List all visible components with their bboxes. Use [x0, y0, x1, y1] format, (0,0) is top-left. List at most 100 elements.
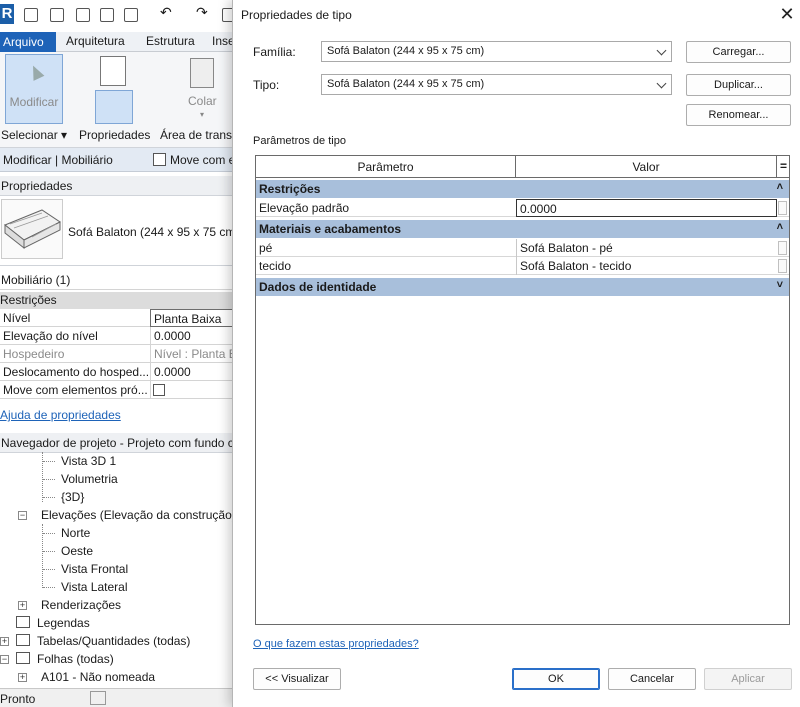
rename-button[interactable]: Renomear...	[686, 104, 791, 126]
dialog-title: Propriedades de tipo	[241, 8, 352, 22]
open-folder-icon[interactable]	[76, 8, 90, 22]
tree-item-volumetria[interactable]: Volumetria	[61, 472, 118, 490]
column-header-formula[interactable]: =	[778, 156, 789, 178]
type-properties-icon[interactable]	[100, 56, 126, 86]
group-dados-identidade[interactable]: Dados de identidade ˅	[256, 278, 789, 296]
property-value[interactable]: 0.0000	[150, 363, 240, 381]
properties-palette-title: Propriedades	[0, 176, 240, 196]
tree-item-norte[interactable]: Norte	[61, 526, 90, 544]
property-value: Nível : Planta B	[150, 345, 240, 363]
move-with-checkbox[interactable]	[153, 153, 166, 166]
tree-item-renderizacoes[interactable]: Renderizações	[41, 598, 121, 616]
property-row[interactable]: Deslocamento do hosped... 0.0000	[0, 363, 240, 381]
expand-icon[interactable]: +	[0, 637, 9, 646]
type-selector[interactable]: Sofá Balaton (244 x 95 x 75 cm)	[0, 196, 240, 266]
group-restricoes[interactable]: Restrições	[0, 292, 240, 309]
revit-main-window: R ↶ ↷ Arquivo Arquitetura Estrutura Inse…	[0, 0, 240, 707]
clipboard-icon[interactable]	[190, 58, 214, 88]
collapse-icon[interactable]: −	[0, 655, 9, 664]
column-header-value[interactable]: Valor	[516, 156, 777, 178]
tree-guide	[43, 461, 55, 462]
parameter-row[interactable]: tecido Sofá Balaton - tecido	[256, 257, 789, 275]
ok-button[interactable]: OK	[512, 668, 600, 690]
revit-logo[interactable]: R	[0, 4, 14, 24]
group-restricoes[interactable]: Restrições ˄	[256, 180, 789, 198]
tree-item-vista-3d-1[interactable]: Vista 3D 1	[61, 454, 116, 472]
properties-panel-label: Propriedades	[79, 128, 151, 142]
property-label: Nível	[3, 311, 31, 325]
duplicate-button[interactable]: Duplicar...	[686, 74, 791, 96]
properties-toggle-button[interactable]	[95, 90, 133, 124]
expand-icon[interactable]: +	[18, 673, 27, 682]
property-label: Hospedeiro	[3, 347, 65, 361]
type-properties-dialog: Propriedades de tipo ✕ Família: Sofá Bal…	[232, 0, 800, 707]
redo-icon[interactable]: ↷	[196, 4, 210, 20]
group-label: Dados de identidade	[259, 280, 377, 294]
parameter-name: Elevação padrão	[259, 201, 350, 215]
property-label: Deslocamento do hosped...	[3, 365, 149, 379]
cancel-button[interactable]: Cancelar	[608, 668, 696, 690]
tree-item-a101[interactable]: A101 - Não nomeada	[41, 670, 155, 688]
parameter-row[interactable]: pé Sofá Balaton - pé	[256, 239, 789, 257]
property-value[interactable]: 0.0000	[150, 327, 240, 345]
save-icon[interactable]	[100, 8, 114, 22]
formula-button[interactable]	[778, 241, 787, 255]
preview-button[interactable]: << Visualizar	[253, 668, 341, 690]
tree-item-legendas[interactable]: Legendas	[37, 616, 90, 634]
close-icon[interactable]: ✕	[776, 3, 798, 25]
tree-item-oeste[interactable]: Oeste	[61, 544, 93, 562]
tab-arquitetura[interactable]: Arquitetura	[66, 34, 125, 48]
type-value: Sofá Balaton (244 x 95 x 75 cm)	[327, 78, 485, 90]
paste-label: Colar	[188, 94, 217, 108]
tree-item-folhas[interactable]: Folhas (todas)	[37, 652, 114, 670]
property-label: Elevação do nível	[3, 329, 98, 343]
collapse-group-icon[interactable]: ˄	[777, 181, 783, 193]
tree-guide	[43, 497, 55, 498]
expand-group-icon[interactable]: ˅	[777, 279, 783, 291]
select-panel-label[interactable]: Selecionar ▾	[1, 128, 67, 142]
group-label: Restrições	[259, 182, 321, 196]
help-link[interactable]: O que fazem estas propriedades?	[253, 638, 419, 650]
new-file-icon[interactable]	[50, 8, 64, 22]
instance-filter[interactable]: Mobiliário (1)	[0, 270, 240, 290]
modify-button[interactable]: Modificar	[5, 54, 63, 124]
cursor-arrow-icon	[27, 63, 45, 81]
ribbon-panel: Modificar Colar ▾ Selecionar ▾ Proprieda…	[0, 52, 240, 148]
property-row[interactable]: Elevação do nível 0.0000	[0, 327, 240, 345]
property-row[interactable]: Move com elementos pró...	[0, 381, 240, 399]
parameter-value-input[interactable]: 0.0000	[516, 199, 777, 217]
formula-button[interactable]	[778, 201, 787, 215]
expand-icon[interactable]: +	[18, 601, 27, 610]
project-browser-title: Navegador de projeto - Projeto com fundo…	[0, 433, 240, 453]
collapse-icon[interactable]: −	[18, 511, 27, 520]
status-text: Pronto	[0, 692, 36, 706]
tree-item-tabelas[interactable]: Tabelas/Quantidades (todas)	[37, 634, 190, 652]
property-value[interactable]: Planta Baixa	[150, 309, 240, 327]
home-icon[interactable]	[24, 8, 38, 22]
worksets-icon[interactable]	[90, 691, 106, 705]
tab-estrutura[interactable]: Estrutura	[146, 34, 195, 48]
column-header-parameter[interactable]: Parâmetro	[256, 156, 516, 178]
move-with-elements-checkbox[interactable]	[153, 384, 165, 396]
property-row[interactable]: Nível Planta Baixa	[0, 309, 240, 327]
formula-button[interactable]	[778, 259, 787, 273]
parameter-row[interactable]: Elevação padrão 0.0000	[256, 199, 789, 217]
properties-help-link[interactable]: Ajuda de propriedades	[0, 408, 121, 422]
chevron-down-icon	[656, 45, 667, 56]
type-dropdown[interactable]: Sofá Balaton (244 x 95 x 75 cm)	[321, 74, 672, 95]
modify-label: Modificar	[9, 95, 59, 109]
paste-dropdown-icon[interactable]: ▾	[200, 110, 204, 119]
family-dropdown[interactable]: Sofá Balaton (244 x 95 x 75 cm)	[321, 41, 672, 62]
tree-item-elevacoes[interactable]: Elevações (Elevação da construção)	[41, 508, 236, 526]
sync-icon[interactable]	[124, 8, 138, 22]
tree-item-vista-frontal[interactable]: Vista Frontal	[61, 562, 128, 580]
tree-item-3d[interactable]: {3D}	[61, 490, 84, 508]
group-materiais[interactable]: Materiais e acabamentos ˄	[256, 220, 789, 238]
tree-item-vista-lateral[interactable]: Vista Lateral	[61, 580, 128, 598]
parameter-value[interactable]: Sofá Balaton - tecido	[516, 257, 777, 275]
parameter-value[interactable]: Sofá Balaton - pé	[516, 239, 777, 257]
collapse-group-icon[interactable]: ˄	[777, 221, 783, 233]
load-button[interactable]: Carregar...	[686, 41, 791, 63]
undo-icon[interactable]: ↶	[160, 4, 174, 20]
tab-arquivo[interactable]: Arquivo	[0, 32, 56, 52]
